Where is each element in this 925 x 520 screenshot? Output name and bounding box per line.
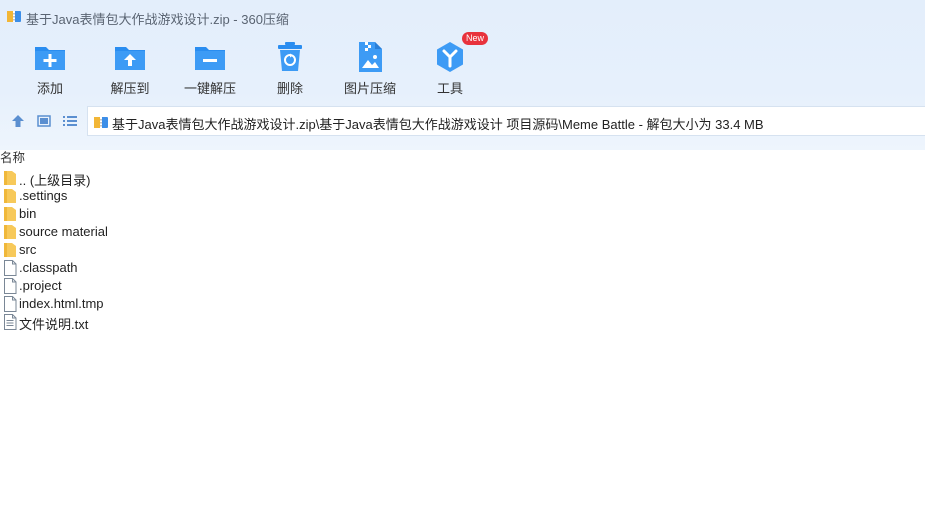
list-item[interactable]: source material	[0, 223, 925, 241]
folder-icon	[4, 189, 16, 203]
delete-button[interactable]: 删除	[250, 36, 330, 98]
image-compress-button[interactable]: 图片压缩	[330, 36, 410, 98]
file-name: src	[19, 242, 37, 257]
tools-button[interactable]: New 工具	[410, 32, 490, 98]
up-arrow-icon[interactable]	[9, 112, 27, 130]
one-click-extract-button[interactable]: 一键解压	[170, 36, 250, 98]
list-item[interactable]: 文件说明.txt	[0, 313, 925, 332]
extract-to-button[interactable]: 解压到	[90, 36, 170, 98]
list-item[interactable]: .classpath	[0, 259, 925, 277]
new-badge: New	[462, 32, 489, 45]
list-item[interactable]: .. (上级目录)	[0, 169, 925, 188]
title-bar: 基于Java表情包大作战游戏设计.zip - 360压缩	[0, 0, 925, 32]
file-name: .project	[19, 278, 62, 293]
list-item[interactable]: .settings	[0, 187, 925, 205]
one-click-extract-icon	[195, 47, 225, 70]
file-name: source material	[19, 224, 108, 239]
extract-to-button-label: 解压到	[110, 81, 150, 96]
address-bar[interactable]: 基于Java表情包大作战游戏设计.zip\基于Java表情包大作战游戏设计 项目…	[87, 106, 925, 136]
navigation-row: 基于Java表情包大作战游戏设计.zip\基于Java表情包大作战游戏设计 项目…	[0, 106, 925, 136]
folder-icon	[4, 207, 16, 221]
window-title: 基于Java表情包大作战游戏设计.zip - 360压缩	[26, 12, 289, 27]
delete-button-label: 删除	[276, 81, 303, 96]
column-header-name[interactable]: 名称	[0, 147, 25, 166]
main-toolbar: 添加 解压到 一键解压 删除 图片压缩 New 工具	[0, 32, 925, 100]
tools-icon	[437, 42, 463, 72]
file-icon	[4, 296, 17, 312]
list-item[interactable]: src	[0, 241, 925, 259]
file-icon	[4, 260, 17, 276]
thumbnail-view-icon[interactable]	[35, 112, 53, 130]
list-item[interactable]: .project	[0, 277, 925, 295]
list-item[interactable]: index.html.tmp	[0, 295, 925, 313]
add-icon	[35, 47, 65, 70]
file-name: 文件说明.txt	[19, 317, 89, 332]
folder-icon	[4, 243, 16, 257]
one-click-extract-button-label: 一键解压	[183, 81, 236, 96]
image-compress-button-label: 图片压缩	[343, 81, 396, 96]
file-list: .. (上级目录) .settings bin source material …	[0, 169, 925, 332]
list-item[interactable]: bin	[0, 205, 925, 223]
file-name: .settings	[19, 188, 68, 203]
file-name: index.html.tmp	[19, 296, 104, 311]
folder-icon	[4, 225, 16, 239]
text-file-icon	[4, 314, 17, 330]
folder-icon	[4, 171, 16, 185]
list-view-icon[interactable]	[61, 112, 79, 130]
address-path: 基于Java表情包大作战游戏设计.zip\基于Java表情包大作战游戏设计 项目…	[112, 117, 764, 132]
tools-button-label: 工具	[436, 81, 463, 96]
extract-to-icon	[115, 47, 145, 70]
image-compress-icon	[359, 42, 382, 72]
archive-icon	[94, 117, 108, 128]
delete-icon	[278, 42, 302, 71]
file-icon	[4, 278, 17, 294]
file-name: .classpath	[19, 260, 78, 275]
add-button-label: 添加	[36, 81, 63, 96]
archive-app-icon	[7, 11, 21, 22]
add-button[interactable]: 添加	[10, 36, 90, 98]
file-name: bin	[19, 206, 37, 221]
